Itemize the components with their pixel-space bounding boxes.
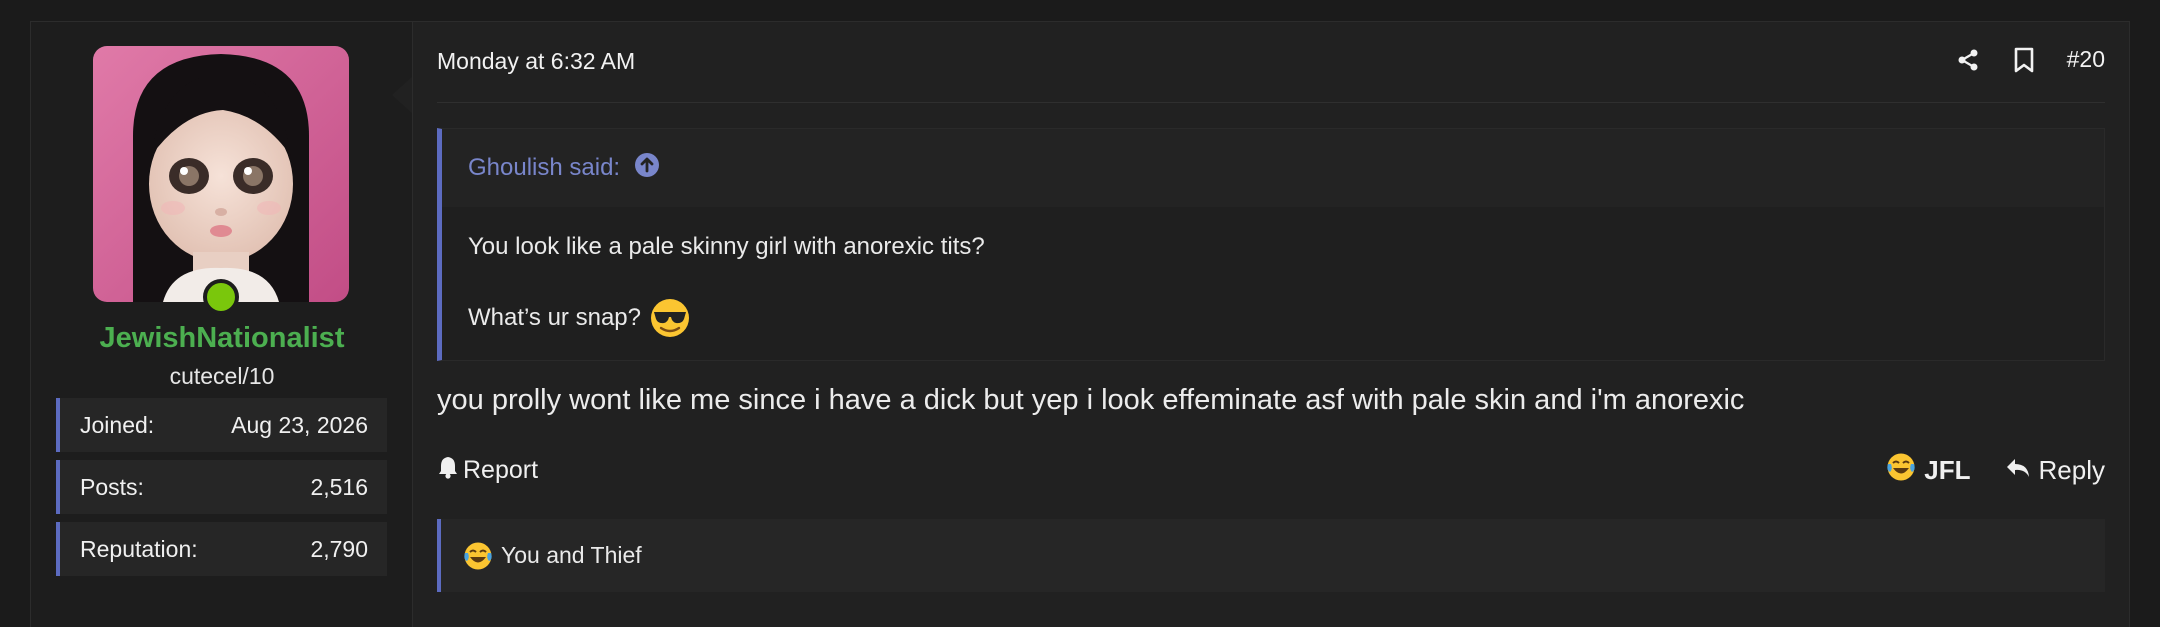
stat-label: Joined: [80, 411, 155, 438]
stat-label: Posts: [80, 473, 144, 500]
post-header-actions: #20 [1955, 46, 2105, 73]
stat-value: 2,790 [310, 535, 368, 562]
sunglasses-emoji [649, 297, 691, 339]
username[interactable]: JewishNationalist [31, 322, 413, 355]
react-jfl-button[interactable]: JFL [1886, 452, 1971, 489]
reactions-summary[interactable]: You and Thief [437, 519, 2105, 592]
online-indicator [203, 279, 239, 315]
reaction-label: JFL [1924, 455, 1971, 485]
arrow-up-circle-icon[interactable] [634, 152, 660, 185]
post-number[interactable]: #20 [2067, 46, 2105, 73]
stat-value: Aug 23, 2026 [231, 411, 368, 438]
avatar[interactable] [93, 46, 349, 302]
crying-laughing-emoji [1886, 452, 1916, 489]
user-title: cutecel/10 [169, 363, 275, 389]
bookmark-icon[interactable] [2011, 47, 2037, 73]
stat-posts: Posts: 2,516 [56, 460, 387, 514]
reply-arrow-icon [2005, 455, 2031, 486]
quote-text-line: You look like a pale skinny girl with an… [468, 233, 985, 260]
report-button[interactable]: Report [437, 455, 538, 486]
post: JewishNationalist cutecel/10 Joined: Aug… [30, 21, 2130, 627]
stat-joined: Joined: Aug 23, 2026 [56, 398, 387, 452]
report-label: Report [463, 456, 539, 484]
post-main: Monday at 6:32 AM #20 Ghoulish said: You… [413, 22, 2129, 627]
quote-text-line: What’s ur snap? [468, 297, 691, 339]
quote-author[interactable]: Ghoulish said: [468, 154, 620, 182]
user-column: JewishNationalist cutecel/10 Joined: Aug… [31, 22, 413, 627]
reply-button[interactable]: Reply [2005, 455, 2105, 486]
stat-reputation: Reputation: 2,790 [56, 522, 387, 576]
divider [437, 102, 2105, 103]
quote-text: What’s ur snap? [468, 304, 641, 331]
share-icon[interactable] [1955, 47, 1981, 73]
post-body: you prolly wont like me since i have a d… [437, 384, 1745, 416]
crying-laughing-emoji [463, 541, 493, 571]
post-actions: JFL Reply [1886, 452, 2105, 489]
reply-label: Reply [2038, 455, 2105, 485]
quote-block: Ghoulish said: You look like a pale skin… [437, 128, 2105, 361]
reactions-text: You and Thief [501, 542, 642, 568]
bell-icon [437, 455, 459, 486]
stat-label: Reputation: [80, 535, 198, 562]
quote-attribution[interactable]: Ghoulish said: [442, 129, 2104, 207]
user-arrow [392, 77, 412, 113]
post-date[interactable]: Monday at 6:32 AM [437, 48, 635, 75]
stat-value: 2,516 [310, 473, 368, 500]
